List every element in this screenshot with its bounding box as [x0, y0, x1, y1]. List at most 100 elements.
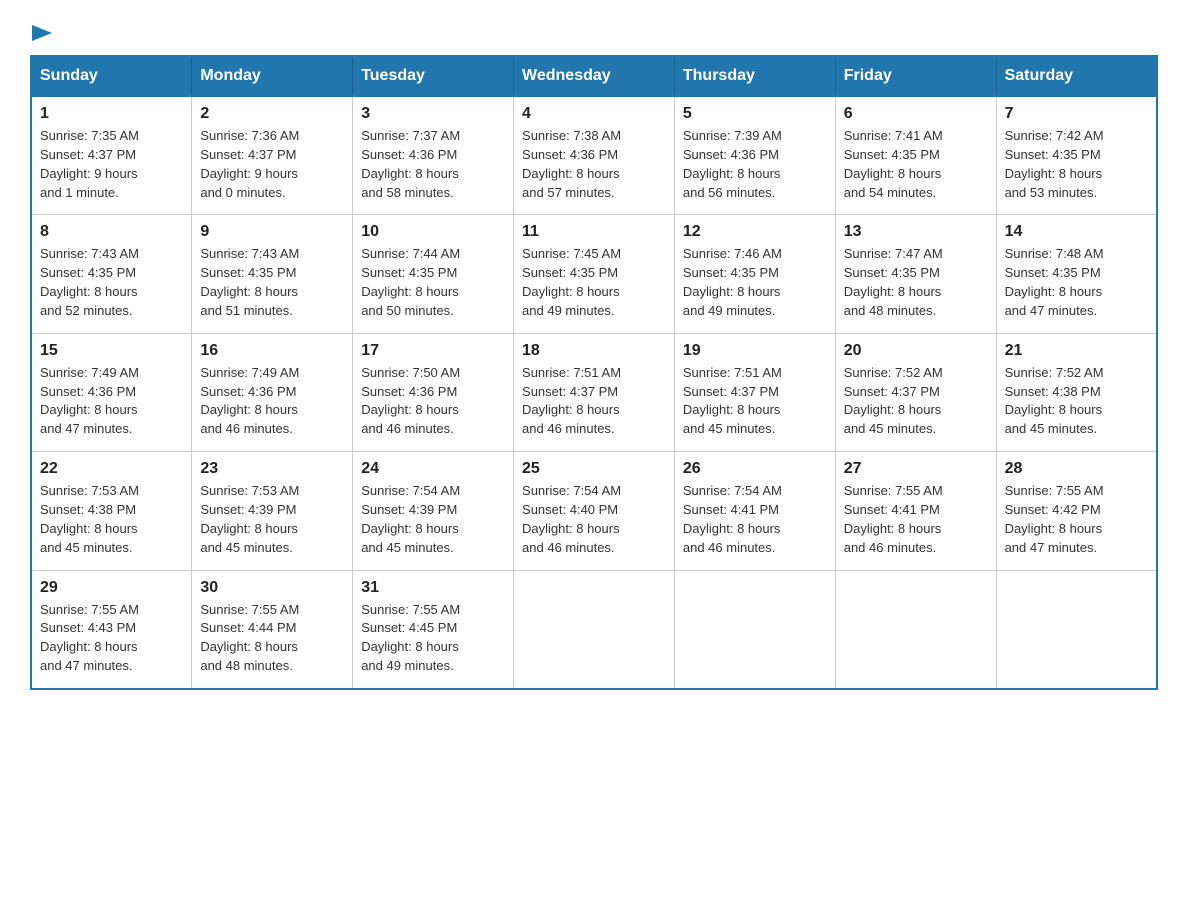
calendar-cell: 1 Sunrise: 7:35 AMSunset: 4:37 PMDayligh… — [31, 96, 192, 215]
header-row: SundayMondayTuesdayWednesdayThursdayFrid… — [31, 56, 1157, 96]
calendar-cell: 3 Sunrise: 7:37 AMSunset: 4:36 PMDayligh… — [353, 96, 514, 215]
calendar-cell: 26 Sunrise: 7:54 AMSunset: 4:41 PMDaylig… — [674, 452, 835, 570]
day-info: Sunrise: 7:55 AMSunset: 4:41 PMDaylight:… — [844, 483, 943, 555]
calendar-cell: 9 Sunrise: 7:43 AMSunset: 4:35 PMDayligh… — [192, 215, 353, 333]
day-info: Sunrise: 7:54 AMSunset: 4:41 PMDaylight:… — [683, 483, 782, 555]
day-number: 19 — [683, 342, 827, 360]
day-number: 4 — [522, 105, 666, 123]
calendar-week-5: 29 Sunrise: 7:55 AMSunset: 4:43 PMDaylig… — [31, 570, 1157, 689]
day-number: 30 — [200, 579, 344, 597]
header-thursday: Thursday — [674, 56, 835, 96]
day-number: 6 — [844, 105, 988, 123]
calendar-cell: 18 Sunrise: 7:51 AMSunset: 4:37 PMDaylig… — [514, 333, 675, 451]
calendar-body: 1 Sunrise: 7:35 AMSunset: 4:37 PMDayligh… — [31, 96, 1157, 689]
day-number: 25 — [522, 460, 666, 478]
day-info: Sunrise: 7:55 AMSunset: 4:42 PMDaylight:… — [1005, 483, 1104, 555]
day-number: 24 — [361, 460, 505, 478]
calendar-cell: 11 Sunrise: 7:45 AMSunset: 4:35 PMDaylig… — [514, 215, 675, 333]
page-header — [30, 20, 1158, 45]
day-number: 11 — [522, 223, 666, 241]
calendar-cell: 27 Sunrise: 7:55 AMSunset: 4:41 PMDaylig… — [835, 452, 996, 570]
day-number: 28 — [1005, 460, 1148, 478]
day-number: 1 — [40, 105, 183, 123]
day-number: 15 — [40, 342, 183, 360]
header-sunday: Sunday — [31, 56, 192, 96]
day-info: Sunrise: 7:35 AMSunset: 4:37 PMDaylight:… — [40, 128, 139, 200]
calendar-week-1: 1 Sunrise: 7:35 AMSunset: 4:37 PMDayligh… — [31, 96, 1157, 215]
day-info: Sunrise: 7:52 AMSunset: 4:37 PMDaylight:… — [844, 365, 943, 437]
header-friday: Friday — [835, 56, 996, 96]
day-number: 20 — [844, 342, 988, 360]
day-info: Sunrise: 7:41 AMSunset: 4:35 PMDaylight:… — [844, 128, 943, 200]
day-number: 18 — [522, 342, 666, 360]
day-info: Sunrise: 7:49 AMSunset: 4:36 PMDaylight:… — [200, 365, 299, 437]
day-info: Sunrise: 7:37 AMSunset: 4:36 PMDaylight:… — [361, 128, 460, 200]
day-number: 22 — [40, 460, 183, 478]
day-number: 12 — [683, 223, 827, 241]
day-info: Sunrise: 7:55 AMSunset: 4:45 PMDaylight:… — [361, 602, 460, 674]
calendar-cell: 15 Sunrise: 7:49 AMSunset: 4:36 PMDaylig… — [31, 333, 192, 451]
calendar-cell: 30 Sunrise: 7:55 AMSunset: 4:44 PMDaylig… — [192, 570, 353, 689]
calendar-cell: 14 Sunrise: 7:48 AMSunset: 4:35 PMDaylig… — [996, 215, 1157, 333]
day-number: 29 — [40, 579, 183, 597]
calendar-cell: 13 Sunrise: 7:47 AMSunset: 4:35 PMDaylig… — [835, 215, 996, 333]
day-number: 21 — [1005, 342, 1148, 360]
calendar-cell — [674, 570, 835, 689]
day-number: 9 — [200, 223, 344, 241]
header-tuesday: Tuesday — [353, 56, 514, 96]
calendar-cell — [514, 570, 675, 689]
calendar-week-4: 22 Sunrise: 7:53 AMSunset: 4:38 PMDaylig… — [31, 452, 1157, 570]
day-number: 3 — [361, 105, 505, 123]
day-info: Sunrise: 7:54 AMSunset: 4:40 PMDaylight:… — [522, 483, 621, 555]
day-info: Sunrise: 7:44 AMSunset: 4:35 PMDaylight:… — [361, 246, 460, 318]
day-number: 31 — [361, 579, 505, 597]
day-number: 17 — [361, 342, 505, 360]
calendar-cell: 28 Sunrise: 7:55 AMSunset: 4:42 PMDaylig… — [996, 452, 1157, 570]
logo — [30, 20, 52, 45]
calendar-cell: 25 Sunrise: 7:54 AMSunset: 4:40 PMDaylig… — [514, 452, 675, 570]
day-info: Sunrise: 7:36 AMSunset: 4:37 PMDaylight:… — [200, 128, 299, 200]
calendar-cell — [996, 570, 1157, 689]
header-monday: Monday — [192, 56, 353, 96]
day-info: Sunrise: 7:43 AMSunset: 4:35 PMDaylight:… — [40, 246, 139, 318]
day-info: Sunrise: 7:55 AMSunset: 4:44 PMDaylight:… — [200, 602, 299, 674]
day-info: Sunrise: 7:45 AMSunset: 4:35 PMDaylight:… — [522, 246, 621, 318]
day-number: 23 — [200, 460, 344, 478]
day-info: Sunrise: 7:39 AMSunset: 4:36 PMDaylight:… — [683, 128, 782, 200]
day-info: Sunrise: 7:43 AMSunset: 4:35 PMDaylight:… — [200, 246, 299, 318]
day-info: Sunrise: 7:51 AMSunset: 4:37 PMDaylight:… — [683, 365, 782, 437]
day-info: Sunrise: 7:48 AMSunset: 4:35 PMDaylight:… — [1005, 246, 1104, 318]
day-number: 27 — [844, 460, 988, 478]
day-info: Sunrise: 7:51 AMSunset: 4:37 PMDaylight:… — [522, 365, 621, 437]
calendar-cell: 24 Sunrise: 7:54 AMSunset: 4:39 PMDaylig… — [353, 452, 514, 570]
calendar-week-3: 15 Sunrise: 7:49 AMSunset: 4:36 PMDaylig… — [31, 333, 1157, 451]
calendar-cell: 2 Sunrise: 7:36 AMSunset: 4:37 PMDayligh… — [192, 96, 353, 215]
day-number: 16 — [200, 342, 344, 360]
day-number: 13 — [844, 223, 988, 241]
day-info: Sunrise: 7:52 AMSunset: 4:38 PMDaylight:… — [1005, 365, 1104, 437]
calendar-cell: 7 Sunrise: 7:42 AMSunset: 4:35 PMDayligh… — [996, 96, 1157, 215]
calendar-cell — [835, 570, 996, 689]
day-number: 7 — [1005, 105, 1148, 123]
day-info: Sunrise: 7:53 AMSunset: 4:39 PMDaylight:… — [200, 483, 299, 555]
calendar-cell: 12 Sunrise: 7:46 AMSunset: 4:35 PMDaylig… — [674, 215, 835, 333]
day-info: Sunrise: 7:47 AMSunset: 4:35 PMDaylight:… — [844, 246, 943, 318]
day-info: Sunrise: 7:50 AMSunset: 4:36 PMDaylight:… — [361, 365, 460, 437]
calendar-cell: 4 Sunrise: 7:38 AMSunset: 4:36 PMDayligh… — [514, 96, 675, 215]
calendar-week-2: 8 Sunrise: 7:43 AMSunset: 4:35 PMDayligh… — [31, 215, 1157, 333]
calendar-cell: 22 Sunrise: 7:53 AMSunset: 4:38 PMDaylig… — [31, 452, 192, 570]
day-info: Sunrise: 7:53 AMSunset: 4:38 PMDaylight:… — [40, 483, 139, 555]
day-number: 14 — [1005, 223, 1148, 241]
calendar-cell: 10 Sunrise: 7:44 AMSunset: 4:35 PMDaylig… — [353, 215, 514, 333]
header-saturday: Saturday — [996, 56, 1157, 96]
calendar-cell: 31 Sunrise: 7:55 AMSunset: 4:45 PMDaylig… — [353, 570, 514, 689]
calendar-cell: 8 Sunrise: 7:43 AMSunset: 4:35 PMDayligh… — [31, 215, 192, 333]
day-info: Sunrise: 7:42 AMSunset: 4:35 PMDaylight:… — [1005, 128, 1104, 200]
header-wednesday: Wednesday — [514, 56, 675, 96]
calendar-cell: 29 Sunrise: 7:55 AMSunset: 4:43 PMDaylig… — [31, 570, 192, 689]
day-info: Sunrise: 7:54 AMSunset: 4:39 PMDaylight:… — [361, 483, 460, 555]
day-info: Sunrise: 7:46 AMSunset: 4:35 PMDaylight:… — [683, 246, 782, 318]
day-number: 5 — [683, 105, 827, 123]
calendar-cell: 19 Sunrise: 7:51 AMSunset: 4:37 PMDaylig… — [674, 333, 835, 451]
day-number: 26 — [683, 460, 827, 478]
